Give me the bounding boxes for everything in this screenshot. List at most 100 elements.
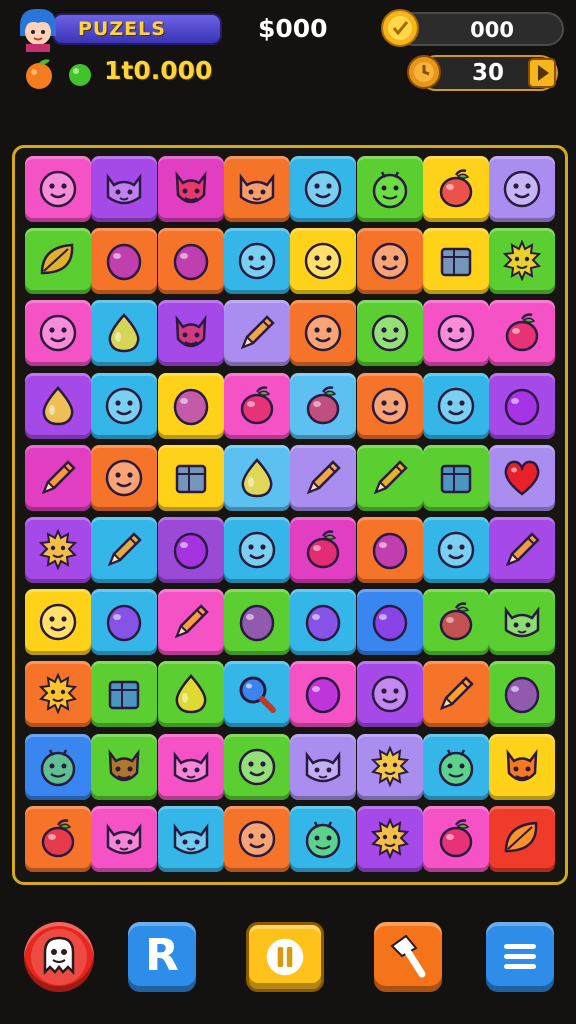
tile-r3-c4[interactable] (223, 300, 290, 367)
tile-r4-c8[interactable] (489, 372, 556, 439)
tile-r5-c4[interactable] (223, 444, 290, 511)
tile-r8-c3[interactable] (157, 661, 224, 728)
restart-button[interactable]: R (128, 922, 196, 992)
tile-r8-c2[interactable] (91, 661, 158, 728)
smiley-face-icon (371, 676, 408, 713)
tile-r7-c8[interactable] (489, 589, 556, 656)
tile-r1-c6[interactable] (356, 156, 423, 222)
tile-r5-c1[interactable] (25, 444, 91, 511)
tile-r10-c4[interactable] (223, 805, 290, 872)
tile-r7-c7[interactable] (422, 589, 489, 656)
game-title: PUZELS (78, 18, 166, 40)
tile-r7-c5[interactable] (290, 589, 357, 656)
tile-r1-c7[interactable] (422, 156, 489, 222)
tile-r4-c4[interactable] (223, 372, 290, 439)
tile-r1-c3[interactable] (157, 156, 224, 222)
menu-icon (504, 944, 536, 969)
tile-r9-c8[interactable] (489, 733, 556, 800)
tile-r3-c7[interactable] (422, 300, 489, 367)
tile-r9-c5[interactable] (290, 733, 357, 800)
tile-r5-c8[interactable] (489, 444, 556, 511)
tile-r7-c2[interactable] (91, 589, 158, 656)
tile-r4-c6[interactable] (356, 372, 423, 439)
gem-blob-icon (107, 243, 142, 281)
tile-r9-c3[interactable] (157, 733, 224, 800)
tile-r8-c4[interactable] (223, 661, 290, 728)
tile-r10-c6[interactable] (356, 805, 423, 872)
tile-r9-c4[interactable] (223, 733, 290, 800)
tile-r2-c1[interactable] (25, 228, 91, 295)
tile-r7-c3[interactable] (157, 589, 224, 656)
tile-r5-c2[interactable] (91, 444, 158, 511)
tile-r9-c6[interactable] (356, 733, 423, 800)
tile-r5-c3[interactable] (157, 444, 224, 511)
tile-r7-c6[interactable] (356, 589, 423, 656)
tile-r1-c2[interactable] (91, 156, 158, 222)
tile-r3-c2[interactable] (91, 300, 158, 367)
tile-r6-c6[interactable] (356, 517, 423, 583)
menu-button[interactable] (486, 922, 554, 992)
tile-r6-c7[interactable] (422, 517, 489, 583)
tile-r8-c8[interactable] (489, 661, 556, 728)
tile-r10-c1[interactable] (25, 805, 91, 872)
smiley-face-icon (304, 315, 342, 352)
tile-r10-c7[interactable] (422, 805, 489, 872)
moves-count: 30 (472, 60, 505, 86)
tile-r2-c4[interactable] (223, 228, 290, 295)
tile-r9-c7[interactable] (422, 733, 489, 800)
cat-face-icon (173, 750, 208, 782)
tile-r9-c2[interactable] (91, 733, 158, 800)
tile-r7-c4[interactable] (223, 589, 290, 656)
pause-button[interactable] (246, 922, 324, 992)
tile-r7-c1[interactable] (25, 589, 91, 656)
tile-r6-c2[interactable] (91, 517, 158, 583)
smiley-face-icon (371, 387, 408, 424)
tile-r5-c5[interactable] (290, 444, 357, 511)
tile-r2-c2[interactable] (91, 228, 158, 295)
tile-r1-c5[interactable] (290, 156, 357, 222)
ghost-button[interactable] (24, 922, 94, 992)
tile-r6-c1[interactable] (25, 517, 91, 583)
tile-r1-c8[interactable] (489, 156, 556, 222)
tile-r4-c2[interactable] (91, 372, 158, 439)
smiley-face-icon (238, 242, 276, 280)
tile-r6-c8[interactable] (489, 517, 556, 583)
tile-r9-c1[interactable] (25, 733, 91, 800)
tile-r3-c8[interactable] (489, 300, 556, 367)
hammer-button[interactable] (374, 922, 442, 992)
tile-r6-c3[interactable] (157, 517, 224, 583)
tile-r8-c6[interactable] (356, 661, 423, 728)
tile-r3-c3[interactable] (157, 300, 224, 367)
tile-r8-c5[interactable] (290, 661, 357, 728)
tile-r6-c4[interactable] (223, 517, 290, 583)
pencil-icon (240, 315, 275, 350)
tile-r2-c3[interactable] (157, 228, 224, 295)
tile-r3-c1[interactable] (25, 300, 91, 367)
timer-icon (407, 55, 441, 89)
tile-r2-c8[interactable] (489, 228, 556, 295)
avatar-icon[interactable] (14, 6, 62, 52)
smiley-face-icon (39, 603, 77, 641)
tile-r2-c7[interactable] (422, 228, 489, 295)
tile-r6-c5[interactable] (290, 517, 357, 583)
tile-r8-c1[interactable] (25, 661, 91, 728)
tile-r4-c5[interactable] (290, 372, 357, 439)
tile-r2-c5[interactable] (290, 228, 357, 295)
tile-r2-c6[interactable] (356, 228, 423, 295)
tile-r5-c7[interactable] (422, 444, 489, 511)
tile-r3-c6[interactable] (356, 300, 423, 367)
tile-r5-c6[interactable] (356, 444, 423, 511)
tile-r10-c2[interactable] (91, 805, 158, 872)
tile-r3-c5[interactable] (290, 300, 357, 367)
tile-r4-c1[interactable] (25, 372, 91, 439)
tile-r10-c5[interactable] (290, 805, 357, 872)
tile-r1-c1[interactable] (25, 156, 91, 222)
tile-r10-c3[interactable] (157, 805, 224, 872)
gem-blob-icon (504, 388, 540, 425)
tile-r4-c7[interactable] (422, 372, 489, 439)
play-icon[interactable] (528, 58, 556, 88)
tile-r8-c7[interactable] (422, 661, 489, 728)
tile-r10-c8[interactable] (489, 805, 556, 872)
tile-r1-c4[interactable] (223, 156, 290, 222)
tile-r4-c3[interactable] (157, 372, 224, 439)
